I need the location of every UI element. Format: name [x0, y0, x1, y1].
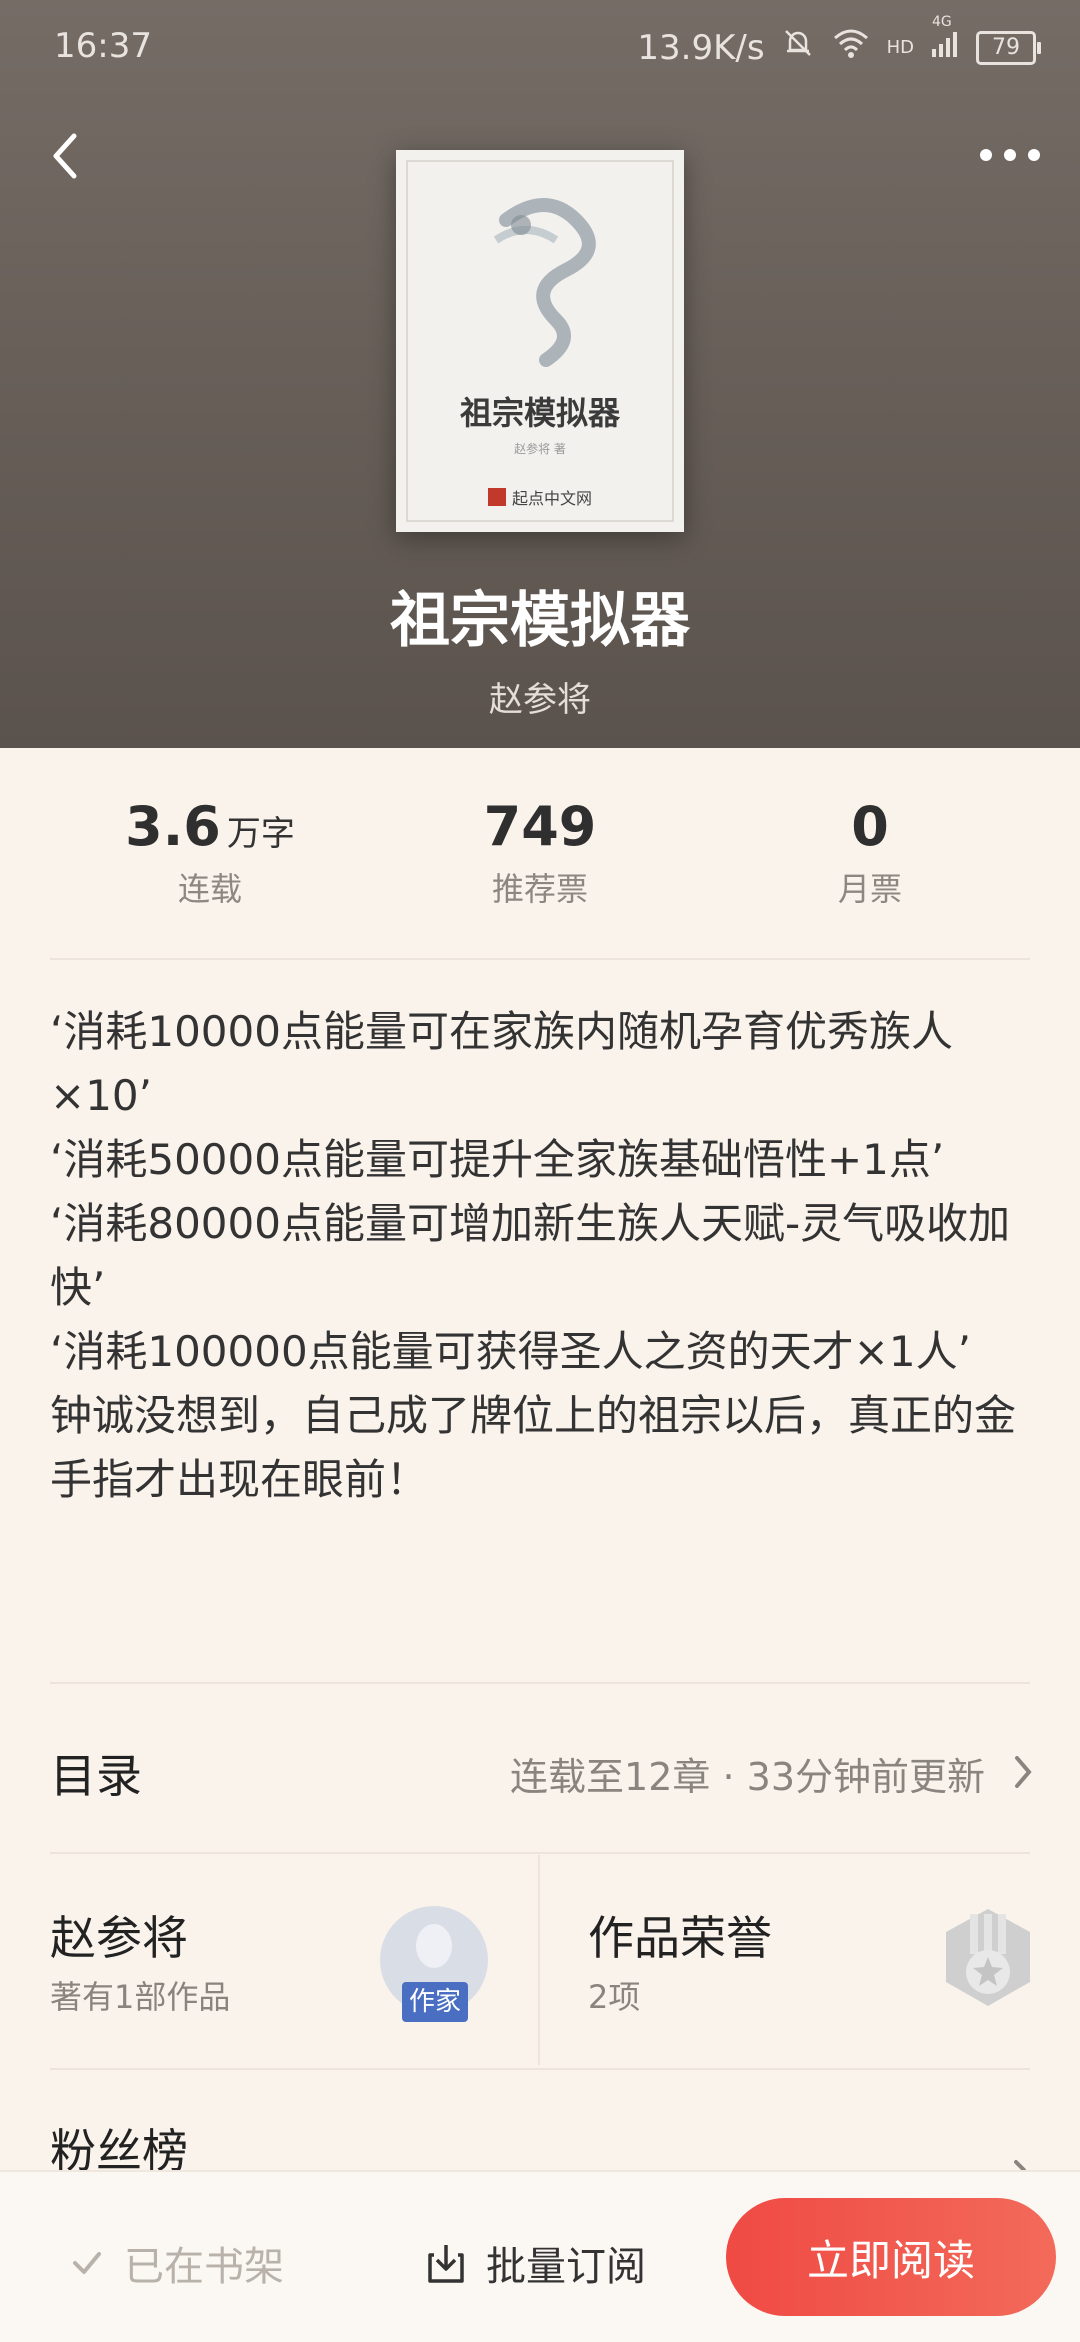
book-cover[interactable]: 祖宗模拟器 赵参将 著 起点中文网 [396, 150, 684, 532]
network-speed: 13.9K/s [637, 27, 765, 68]
read-now-button[interactable]: 立即阅读 [726, 2198, 1056, 2316]
description-line: ‘消耗50000点能量可提升全家族基础悟性+1点’ [50, 1135, 945, 1184]
book-header: 16:37 13.9K/s HD 4G 79 祖宗模拟器 赵参将 著 起点中文网… [0, 0, 1080, 748]
book-description[interactable]: ‘消耗10000点能量可在家族内随机孕育优秀族人×10’ ‘消耗50000点能量… [50, 1000, 1040, 1512]
back-button[interactable] [44, 126, 94, 186]
divider [50, 958, 1030, 960]
book-author[interactable]: 赵参将 [0, 672, 1080, 721]
signal-icon: 4G [930, 14, 960, 68]
honors-card[interactable]: 作品荣誉 2项 [588, 1890, 1038, 2050]
stat-unit: 万字 [226, 814, 295, 854]
chevron-left-icon [53, 133, 77, 179]
more-dot [1028, 149, 1040, 161]
stat-value-line: 3.6 万字 [30, 795, 390, 858]
vertical-divider [538, 1855, 540, 2065]
stat-label: 推荐票 [491, 870, 588, 908]
wifi-icon [831, 26, 871, 69]
status-time: 16:37 [54, 26, 152, 66]
table-of-contents-row[interactable]: 目录 连载至12章 · 33分钟前更新 [50, 1720, 1035, 1820]
book-stats: 3.6 万字 连载 749 推荐票 0 月票 [0, 795, 1080, 925]
stat-label: 连载 [177, 870, 242, 908]
stat-value: 0 [851, 795, 889, 858]
stat-value: 749 [483, 795, 597, 858]
status-icons: 13.9K/s HD 4G 79 [637, 14, 1041, 69]
on-shelf-label: 已在书架 [124, 2244, 284, 2290]
checkmark-icon [73, 2252, 101, 2274]
download-icon [428, 2245, 464, 2283]
batch-subscribe-label: 批量订阅 [486, 2244, 646, 2290]
stat-label: 月票 [837, 870, 902, 908]
toc-title: 目录 [50, 1749, 142, 1803]
stat-value-line: 749 [360, 795, 720, 858]
cover-title: 祖宗模拟器 [459, 394, 620, 432]
chevron-right-icon [1015, 1756, 1032, 1788]
more-button[interactable] [970, 140, 1050, 170]
divider [50, 1682, 1030, 1684]
on-shelf-button[interactable]: 已在书架 [70, 2234, 284, 2292]
bottom-action-bar: 已在书架 批量订阅 立即阅读 [0, 2170, 1080, 2342]
dragon-illustration [493, 198, 596, 367]
stat-word-count: 3.6 万字 连载 [30, 795, 390, 910]
stat-value-line: 0 [690, 795, 1050, 858]
batch-subscribe-button[interactable]: 批量订阅 [426, 2234, 646, 2292]
hd-badge: HD [886, 37, 914, 58]
description-line: 钟诚没想到，自己成了牌位上的祖宗以后，真正的金手指才出现在眼前！ [50, 1391, 1017, 1504]
description-line: ‘消耗100000点能量可获得圣人之资的天才×1人’ [50, 1327, 971, 1376]
author-card[interactable]: 赵参将 著有1部作品 作家 [50, 1890, 540, 2050]
divider [50, 1852, 1030, 1854]
cover-author: 赵参将 著 [514, 442, 566, 456]
medal-icon [946, 1909, 1030, 2006]
toc-update-status: 连载至12章 · 33分钟前更新 [510, 1755, 985, 1799]
stat-recommend-votes[interactable]: 749 推荐票 [360, 795, 720, 910]
network-type: 4G [932, 13, 952, 30]
more-dot [980, 149, 992, 161]
mute-bell-icon [781, 26, 815, 69]
author-works: 著有1部作品 [50, 1978, 231, 2016]
honors-count: 2项 [588, 1978, 641, 2016]
description-line: ‘消耗10000点能量可在家族内随机孕育优秀族人×10’ [50, 1007, 953, 1120]
description-line: ‘消耗80000点能量可增加新生族人天赋-灵气吸收加快’ [50, 1199, 1011, 1312]
book-title: 祖宗模拟器 [390, 586, 690, 656]
status-bar: 16:37 13.9K/s HD 4G 79 [0, 0, 1080, 90]
divider [50, 2068, 1030, 2070]
author-name: 赵参将 [50, 1911, 188, 1965]
stat-value: 3.6 [125, 795, 221, 858]
avatar-head [416, 1924, 452, 1968]
publisher-logo [487, 488, 506, 506]
honors-title: 作品荣誉 [588, 1911, 772, 1965]
author-badge: 作家 [402, 1982, 468, 2022]
battery-icon: 79 [976, 30, 1041, 65]
stat-monthly-votes[interactable]: 0 月票 [690, 795, 1050, 910]
cover-publisher: 起点中文网 [396, 485, 684, 509]
more-dot [1004, 149, 1016, 161]
publisher-name: 起点中文网 [511, 489, 592, 508]
